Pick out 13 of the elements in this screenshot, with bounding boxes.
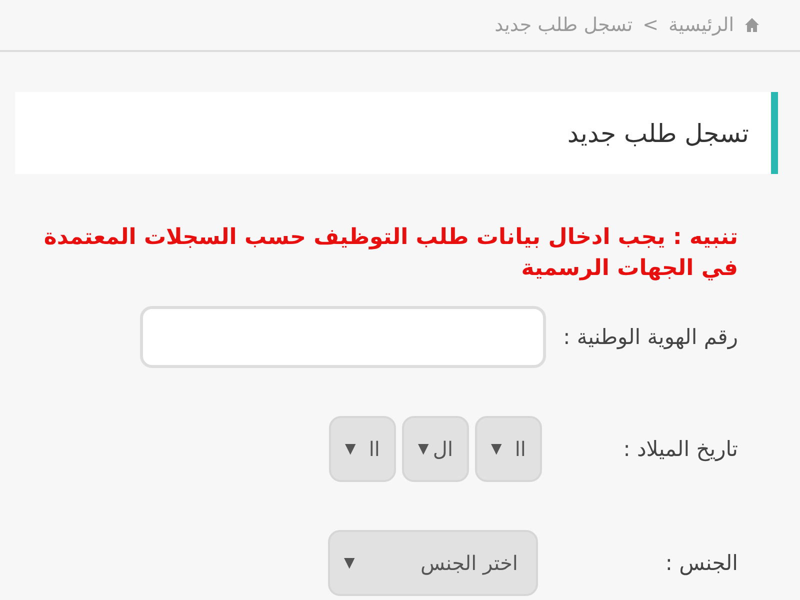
- warning-message: تنبيه : يجب ادخال بيانات طلب التوظيف حسب السجلات المعتمدة في الجهات الرسمية: [42, 224, 738, 283]
- page-title: تسجل طلب جديد: [15, 92, 778, 174]
- home-icon[interactable]: [744, 17, 760, 33]
- breadcrumb-current: تسجل طلب جديد: [494, 14, 633, 36]
- field-label: رقم الهوية الوطنية :: [562, 325, 738, 349]
- field-label: تاريخ الميلاد :: [622, 437, 738, 461]
- field-label: الجنس :: [664, 551, 738, 575]
- dropdown[interactable]: اا ▼: [475, 416, 542, 482]
- input-field[interactable]: [140, 306, 546, 368]
- dropdown[interactable]: ال ▼: [402, 416, 469, 482]
- breadcrumb-separator: >: [642, 14, 659, 36]
- dropdown[interactable]: اا ▼: [329, 416, 396, 482]
- dropdown[interactable]: اختر الجنس ▼: [328, 530, 538, 596]
